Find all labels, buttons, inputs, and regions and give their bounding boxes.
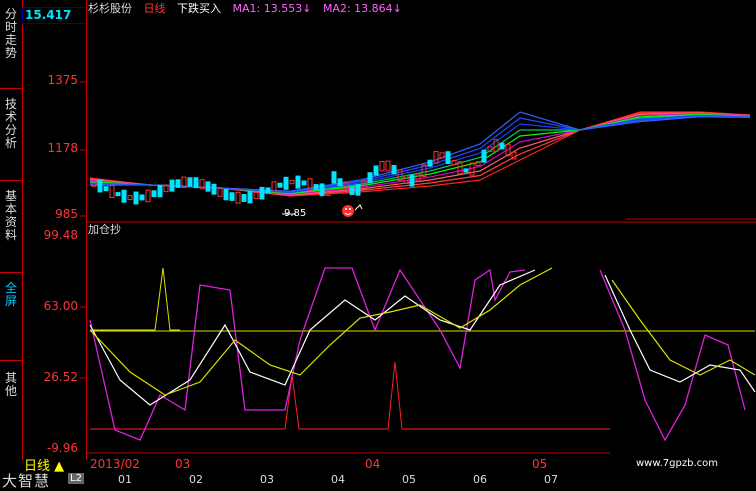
- candle: [283, 176, 289, 190]
- candle: [355, 184, 361, 196]
- candle: [157, 184, 163, 198]
- candle: [235, 191, 241, 204]
- candle: [337, 178, 343, 186]
- candle: [121, 189, 127, 203]
- candle: [391, 164, 397, 175]
- candle: [295, 175, 301, 189]
- candle: [265, 187, 271, 194]
- indicator-title: 加仓抄: [88, 223, 121, 236]
- candle: [229, 192, 235, 201]
- month-label: 2013/02: [90, 457, 140, 471]
- candle: [433, 151, 439, 164]
- tick-label: 06: [473, 473, 487, 486]
- candle: [409, 174, 415, 187]
- chart-canvas[interactable]: 9.85: [0, 0, 756, 487]
- candle: [133, 191, 139, 205]
- brand-logo: 大智慧: [2, 472, 51, 490]
- candle: [187, 177, 193, 187]
- candle: [277, 182, 283, 188]
- candle: [499, 142, 505, 150]
- white-line: [89, 269, 536, 406]
- month-label: 05: [532, 457, 548, 471]
- site-watermark: www.7gpzb.com: [636, 458, 718, 469]
- white-line: [604, 274, 756, 393]
- candle: [211, 183, 217, 195]
- candle: [403, 175, 409, 184]
- candle: [463, 168, 469, 173]
- candle: [253, 192, 259, 200]
- brand-badge: L2: [68, 473, 84, 484]
- tick-label: 02: [189, 473, 203, 486]
- candle: [139, 194, 145, 201]
- candle: [145, 189, 151, 203]
- candle: [415, 173, 421, 182]
- tick-label: 05: [402, 473, 416, 486]
- month-label: 03: [175, 457, 191, 471]
- spike-line: [90, 267, 180, 331]
- candle: [109, 184, 115, 198]
- candle: [175, 179, 181, 188]
- candle: [289, 180, 295, 185]
- candle: [223, 188, 229, 201]
- candle: [193, 177, 199, 189]
- candle: [205, 181, 211, 192]
- candle: [97, 179, 103, 193]
- indicator-lines: [89, 267, 756, 442]
- candle: [115, 192, 121, 197]
- candle: [151, 190, 157, 198]
- candle: [103, 186, 109, 192]
- candle: [247, 191, 253, 204]
- candle: [313, 184, 319, 190]
- candle: [331, 171, 337, 184]
- candle: [127, 195, 133, 201]
- candle: [349, 186, 355, 195]
- candle: [379, 161, 385, 172]
- magenta-line: [599, 269, 746, 442]
- candle: [301, 180, 307, 186]
- tick-label: 04: [331, 473, 345, 486]
- candle: [319, 183, 325, 197]
- magenta-line: [89, 267, 526, 441]
- tick-label: 01: [118, 473, 132, 486]
- candle: [217, 187, 223, 197]
- smiley-icon: [342, 204, 363, 217]
- candle: [259, 186, 265, 200]
- candle: [373, 165, 379, 176]
- candle: [241, 194, 247, 202]
- candle: [427, 159, 433, 167]
- tick-label: 07: [544, 473, 558, 486]
- triangle-up-icon: ▲: [54, 459, 65, 474]
- candle: [169, 179, 175, 192]
- signal-line: [90, 361, 610, 430]
- candle: [481, 149, 487, 163]
- month-label: 04: [365, 457, 381, 471]
- tick-label: 03: [260, 473, 274, 486]
- candle: [445, 151, 451, 165]
- candle: [385, 160, 391, 172]
- candle: [367, 172, 373, 184]
